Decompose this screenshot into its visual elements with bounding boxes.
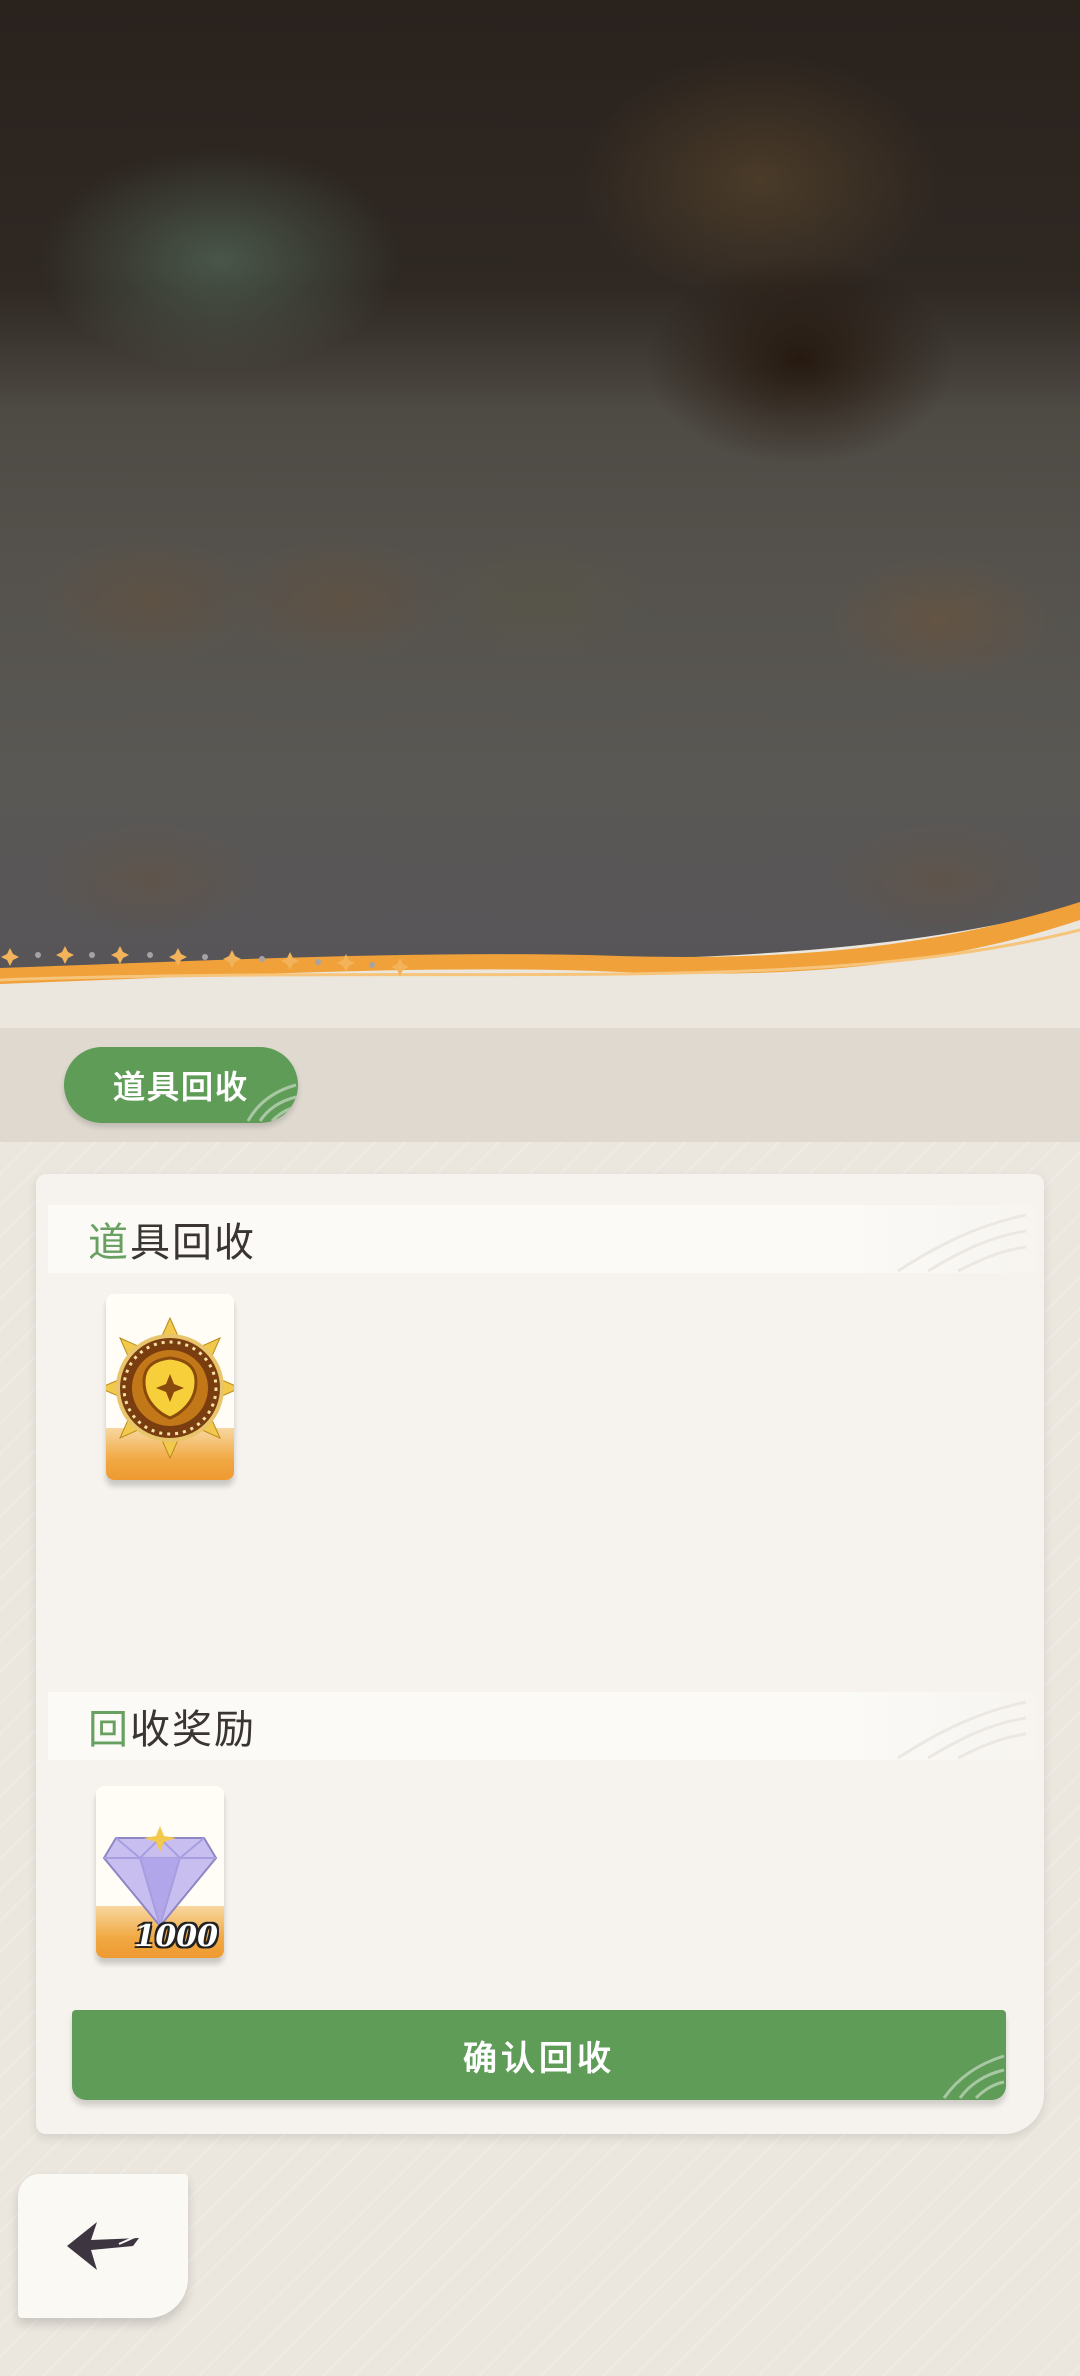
recycle-item-card[interactable]	[106, 1294, 234, 1480]
section-accent-char: 回	[88, 1707, 130, 1753]
tab-label: 道具回收	[112, 1068, 249, 1106]
reward-quantity: 1000	[134, 1919, 219, 1954]
leaf-decoration-icon	[246, 1083, 297, 1123]
section-title-rest: 收奖励	[130, 1707, 256, 1753]
stripe-decoration-icon	[897, 1213, 1027, 1273]
section-header-recycle: 道具回收	[48, 1205, 1038, 1273]
stripe-decoration-icon	[897, 1700, 1027, 1760]
back-button[interactable]	[18, 2174, 188, 2318]
decorative-wave	[0, 902, 1080, 1040]
golden-sun-badge-icon	[106, 1316, 234, 1460]
section-title-rest: 具回收	[130, 1220, 256, 1266]
section-header-reward: 回收奖励	[48, 1692, 1038, 1760]
blurred-background	[0, 0, 1080, 1030]
confirm-button-label: 确认回收	[463, 2038, 615, 2079]
section-accent-char: 道	[88, 1220, 130, 1266]
back-arrow-icon	[67, 2222, 139, 2270]
tab-item-recycle[interactable]: 道具回收	[64, 1047, 298, 1123]
confirm-recycle-button[interactable]: 确认回收	[72, 2010, 1006, 2100]
leaf-decoration-icon	[942, 2054, 1005, 2100]
reward-item-card[interactable]: 1000	[96, 1786, 224, 1958]
